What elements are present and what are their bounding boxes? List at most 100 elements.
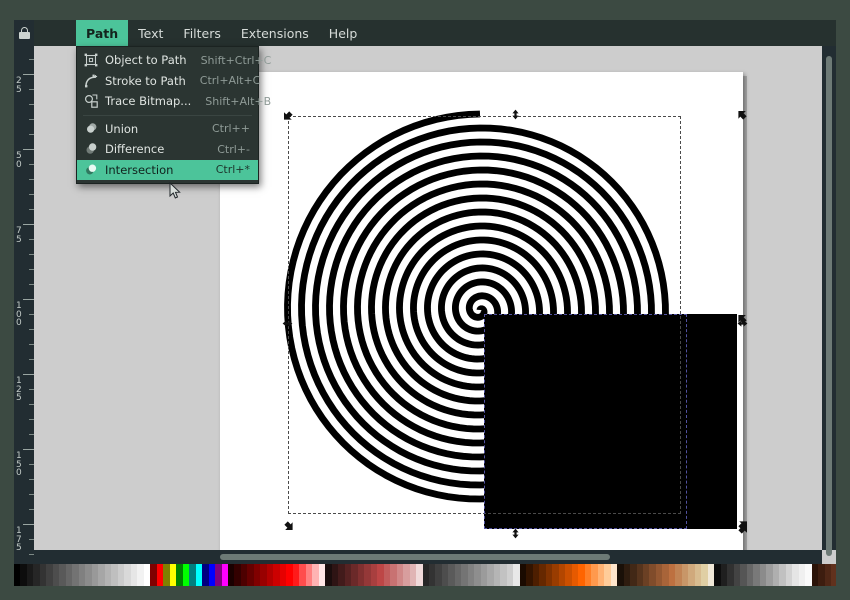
ruler-tick [735,41,736,46]
path-menu-item-object-to-path[interactable]: Object to Path Shift+Ctrl+C [77,50,271,71]
ruler-lock-button[interactable] [14,20,34,46]
vertical-scrollbar-thumb[interactable] [826,56,832,556]
ruler-tick [630,41,631,46]
menubar-item-help[interactable]: Help [319,20,368,46]
ruler-tick-major [420,35,421,46]
ruler-label: 100 [16,301,22,328]
ruler-tick [675,41,676,46]
ruler-tick [29,179,34,180]
ruler-tick-major [570,35,571,46]
object-to-path-icon [83,53,98,68]
path-menu-item-label: Intersection [105,162,174,177]
ruler-tick [480,41,481,46]
ruler-tick [29,134,34,135]
path-menu-item-label: Union [105,121,139,136]
menubar-item-extensions[interactable]: Extensions [231,20,319,46]
ruler-label: 150 [647,23,665,33]
ruler-tick [60,41,61,46]
ruler-tick [29,554,34,555]
rectangle-object[interactable] [484,314,737,529]
menubar-item-label: Path [86,25,119,41]
path-menu-item-shortcut: Ctrl++ [211,122,250,136]
ruler-label: 200 [797,23,815,33]
path-menu-item-shortcut: Shift+Ctrl+C [200,53,272,67]
path-menu-item-shortcut: Shift+Alt+B [205,94,272,108]
ruler-tick-major [23,449,34,450]
path-menu-dropdown[interactable]: Object to Path Shift+Ctrl+C Stroke to Path… [76,46,271,184]
ruler-tick [750,41,751,46]
ruler-tick [29,164,34,165]
path-menu-item-label: Difference [105,142,165,157]
ruler-tick-major [23,299,34,300]
menubar-item-label: Filters [183,25,221,41]
ruler-tick-major [720,35,721,46]
ruler-tick [29,464,34,465]
stroke-to-path-icon [83,73,98,88]
vertical-scrollbar[interactable] [822,46,836,556]
menubar-item-filters[interactable]: Filters [173,20,230,46]
ruler-tick [29,254,34,255]
ruler-tick [690,41,691,46]
ruler-tick [660,41,661,46]
ruler-tick [390,41,391,46]
ruler-tick [29,104,34,105]
path-menu-item-trace-bitmap[interactable]: Trace Bitmap... Shift+Alt+B [77,91,271,112]
ruler-tick [450,41,451,46]
ruler-label: 75 [16,226,22,245]
ruler-label: 175 [722,23,740,33]
ruler-tick [510,41,511,46]
ruler-label: 125 [16,376,22,403]
page-shadow [743,76,747,565]
path-menu-item-union[interactable]: Union Ctrl++ [77,119,258,140]
ruler-tick [29,509,34,510]
ruler-tick [29,389,34,390]
ruler-tick [615,41,616,46]
ruler-tick-major [23,524,34,525]
palette-swatch[interactable] [831,564,836,586]
ruler-tick [29,239,34,240]
ruler-tick [780,41,781,46]
ruler-tick [29,494,34,495]
horizontal-scrollbar-thumb[interactable] [220,554,610,560]
menubar-item-text[interactable]: Text [128,20,173,46]
ruler-tick [600,41,601,46]
vertical-ruler[interactable]: 255075100125150175200 [14,46,34,586]
horizontal-scrollbar[interactable] [34,550,822,564]
path-menu-item-stroke-to-path[interactable]: Stroke to Path Ctrl+Alt+C [77,71,261,92]
ruler-tick [29,269,34,270]
ruler-tick [465,41,466,46]
ruler-tick [375,41,376,46]
ruler-label: 150 [16,451,22,478]
ruler-label: 125 [572,23,590,33]
ruler-tick [525,41,526,46]
ruler-label: 100 [497,23,515,33]
path-menu-separator [83,114,252,116]
screen-root: 255075100125150175200225 255075100125150… [0,0,850,600]
path-menu-item-difference[interactable]: Difference Ctrl+- [77,139,258,160]
path-menu-item-label: Stroke to Path [105,73,186,88]
ruler-tick [810,41,811,46]
ruler-tick [29,419,34,420]
ruler-tick-major [23,74,34,75]
ruler-lock-icon [18,27,30,39]
ruler-label: 175 [16,526,22,553]
menubar-item-path[interactable]: Path [76,20,129,46]
inkscape-window: 255075100125150175200225 255075100125150… [14,20,836,586]
path-menu-item-intersection[interactable]: Intersection Ctrl+* [77,159,258,180]
union-icon [83,121,98,136]
ruler-label: 75 [422,23,434,33]
ruler-tick-major [645,35,646,46]
ruler-tick [29,344,34,345]
ruler-tick [825,41,826,46]
menubar-item-label: Extensions [240,25,309,41]
menubar-item-label: Text [138,25,164,41]
ruler-tick [29,59,34,60]
ruler-tick [555,41,556,46]
ruler-tick [29,89,34,90]
ruler-tick-major [23,224,34,225]
path-menu-item-shortcut: Ctrl+Alt+C [199,74,261,88]
difference-icon [83,142,98,157]
ruler-tick [29,209,34,210]
ruler-tick [29,284,34,285]
color-palette[interactable] [14,564,836,586]
